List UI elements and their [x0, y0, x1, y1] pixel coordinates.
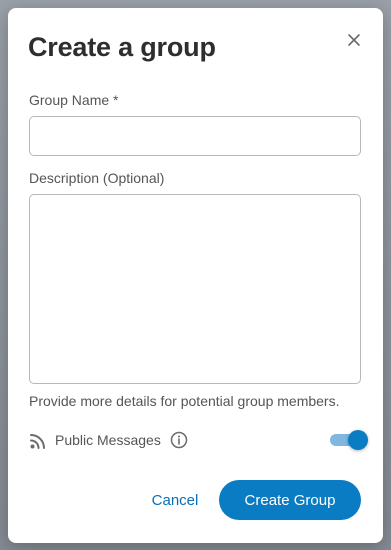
create-group-dialog: Create a group Group Name * Description …: [8, 8, 383, 543]
description-label: Description (Optional): [29, 170, 165, 186]
cancel-button[interactable]: Cancel: [140, 482, 210, 518]
dialog-title: Create a group: [28, 32, 216, 62]
group-name-input[interactable]: [29, 116, 361, 156]
close-icon[interactable]: [344, 30, 364, 50]
description-textarea[interactable]: [29, 194, 361, 384]
info-icon[interactable]: [170, 431, 188, 449]
group-name-label: Group Name *: [29, 92, 119, 108]
create-group-button[interactable]: Create Group: [219, 480, 361, 520]
public-messages-toggle[interactable]: [328, 430, 368, 450]
toggle-knob: [348, 430, 368, 450]
rss-icon: [29, 432, 47, 450]
description-helper-text: Provide more details for potential group…: [29, 393, 340, 409]
public-messages-label: Public Messages: [55, 432, 161, 448]
